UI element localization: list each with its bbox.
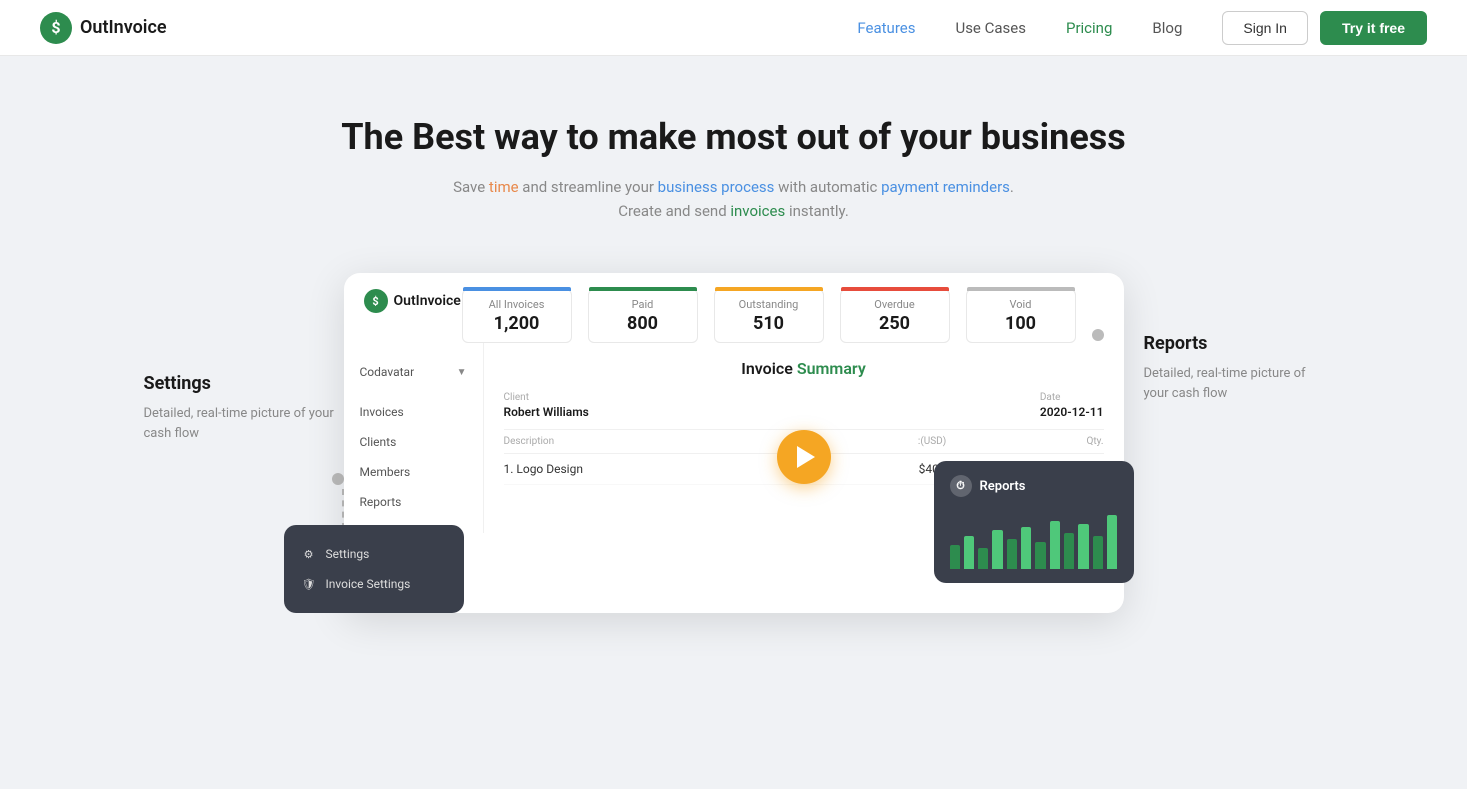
settings-gear-icon: ⚙ <box>300 545 318 563</box>
nav-use-cases[interactable]: Use Cases <box>955 19 1026 37</box>
bar-12 <box>1107 515 1117 569</box>
bar-11 <box>1093 536 1103 569</box>
signin-button[interactable]: Sign In <box>1222 11 1308 45</box>
org-selector[interactable]: Codavatar ▼ <box>344 359 483 385</box>
bar-7 <box>1035 542 1045 569</box>
side-panel-right: Reports Detailed, real-time picture of y… <box>1124 273 1324 403</box>
highlight-time: time <box>489 178 519 196</box>
hero-subtitle: Save time and streamline your business p… <box>434 175 1034 223</box>
chevron-icon: ▼ <box>457 367 467 378</box>
stats-tabs: All Invoices 1,200 Paid 800 Outstanding … <box>462 289 1084 343</box>
card-brand-name: OutInvoice <box>394 293 461 309</box>
nav-links: Features Use Cases Pricing Blog <box>857 19 1182 37</box>
stat-all-invoices: All Invoices 1,200 <box>462 289 572 343</box>
card-sidebar: Codavatar ▼ Invoices Clients Members Rep… <box>344 343 484 533</box>
nav-pricing[interactable]: Pricing <box>1066 19 1112 37</box>
right-panel-desc: Detailed, real-time picture of your cash… <box>1144 364 1324 403</box>
invoice-meta: Client Robert Williams Date 2020-12-11 <box>504 392 1104 419</box>
dashboard-wrapper: $ OutInvoice All Invoices 1,200 Paid 800… <box>344 273 1124 613</box>
left-panel-desc: Detailed, real-time picture of your cash… <box>144 404 344 443</box>
bar-3 <box>978 548 988 569</box>
settings-float-card: ⚙ Settings 🛡 Invoice Settings <box>284 525 464 613</box>
highlight-payment: payment reminders <box>881 178 1010 196</box>
reports-bar-chart <box>950 509 1118 569</box>
invoice-title: Invoice Summary <box>504 359 1104 378</box>
brand-name: OutInvoice <box>80 17 167 38</box>
bar-5 <box>1007 539 1017 569</box>
invoice-date: Date 2020-12-11 <box>1040 392 1104 419</box>
play-icon <box>797 446 815 468</box>
logo-icon: $ <box>40 12 72 44</box>
bar-4 <box>992 530 1002 569</box>
stat-overdue: Overdue 250 <box>840 289 950 343</box>
reports-card-header: ⏱ Reports <box>950 475 1118 497</box>
invoice-settings-item: 🛡 Invoice Settings <box>300 569 448 599</box>
play-button[interactable] <box>777 430 831 484</box>
sidebar-nav-reports[interactable]: Reports <box>344 487 483 517</box>
nav-blog[interactable]: Blog <box>1152 19 1182 37</box>
bar-10 <box>1078 524 1088 569</box>
hero-title: The Best way to make most out of your bu… <box>20 116 1447 159</box>
sidebar-nav-invoices[interactable]: Invoices <box>344 397 483 427</box>
highlight-invoices: invoices <box>730 202 785 220</box>
bar-8 <box>1050 521 1060 569</box>
right-panel-title: Reports <box>1144 333 1324 354</box>
left-panel-title: Settings <box>144 373 344 394</box>
sidebar-nav-members[interactable]: Members <box>344 457 483 487</box>
bar-6 <box>1021 527 1031 569</box>
bar-1 <box>950 545 960 569</box>
settings-item: ⚙ Settings <box>300 539 448 569</box>
invoice-client: Client Robert Williams <box>504 392 589 419</box>
logo: $ OutInvoice <box>40 12 167 44</box>
hero-section: The Best way to make most out of your bu… <box>0 56 1467 263</box>
nav-features[interactable]: Features <box>857 19 915 37</box>
try-free-button[interactable]: Try it free <box>1320 11 1427 45</box>
bar-2 <box>964 536 974 569</box>
sidebar-nav-clients[interactable]: Clients <box>344 427 483 457</box>
card-logo-icon: $ <box>364 289 388 313</box>
stat-void: Void 100 <box>966 289 1076 343</box>
stat-outstanding: Outstanding 510 <box>714 289 824 343</box>
invoice-settings-icon: 🛡 <box>300 575 318 593</box>
reports-float-card: ⏱ Reports <box>934 461 1134 583</box>
navbar: $ OutInvoice Features Use Cases Pricing … <box>0 0 1467 56</box>
side-panel-left: Settings Detailed, real-time picture of … <box>144 273 344 533</box>
highlight-business: business process <box>658 178 775 196</box>
bar-9 <box>1064 533 1074 569</box>
connector-right-dot <box>1084 289 1104 341</box>
content-area: Settings Detailed, real-time picture of … <box>0 273 1467 613</box>
connector-dot-left <box>332 473 344 485</box>
card-logo: $ OutInvoice <box>364 289 461 313</box>
reports-clock-icon: ⏱ <box>950 475 972 497</box>
stat-paid: Paid 800 <box>588 289 698 343</box>
nav-actions: Sign In Try it free <box>1222 11 1427 45</box>
